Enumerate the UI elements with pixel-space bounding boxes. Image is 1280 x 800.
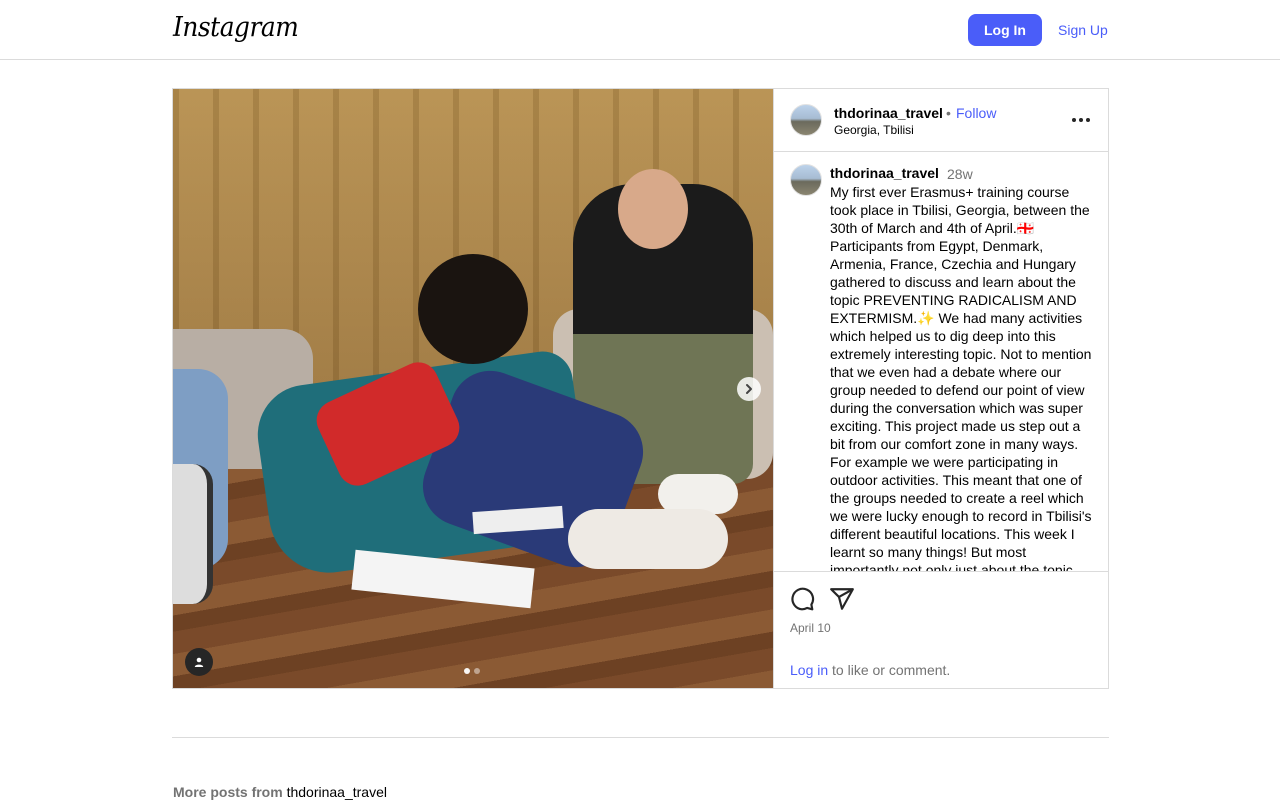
instagram-logo[interactable]: Instagram: [173, 12, 299, 43]
divider: [172, 737, 1109, 738]
login-link[interactable]: Log in: [790, 662, 828, 678]
caption-username[interactable]: thdorinaa_travel: [830, 165, 939, 181]
tagged-users-button[interactable]: [185, 648, 213, 676]
post-actions: April 10 Log in to like or comment.: [774, 571, 1109, 688]
caption-text: My first ever Erasmus+ training course t…: [830, 184, 1096, 571]
post-sidebar: thdorinaa_travel • Follow Georgia, Tbili…: [773, 89, 1109, 688]
top-nav: Instagram Log In Sign Up: [0, 0, 1280, 60]
log-in-button[interactable]: Log In: [968, 14, 1042, 46]
post-username[interactable]: thdorinaa_travel: [834, 105, 943, 121]
carousel-dots: [464, 668, 480, 674]
more-posts-username[interactable]: thdorinaa_travel: [287, 784, 387, 800]
avatar[interactable]: [790, 104, 822, 136]
post-card: thdorinaa_travel • Follow Georgia, Tbili…: [172, 88, 1109, 689]
tagged-user-icon: [194, 657, 204, 667]
image-shoe-back: [658, 474, 738, 514]
more-posts-heading: More posts from thdorinaa_travel: [173, 784, 387, 800]
post-location[interactable]: Georgia, Tbilisi: [834, 123, 914, 137]
carousel-dot: [464, 668, 470, 674]
post-date[interactable]: April 10: [790, 621, 831, 635]
caption-area: thdorinaa_travel 28w My first ever Erasm…: [774, 152, 1109, 571]
image-shoe-front: [568, 509, 728, 569]
image-person-sitting-head: [618, 169, 688, 249]
login-to-comment: Log in to like or comment.: [790, 662, 950, 678]
sign-up-link[interactable]: Sign Up: [1058, 22, 1108, 38]
avatar[interactable]: [790, 164, 822, 196]
more-options-icon[interactable]: [1068, 109, 1094, 131]
login-suffix: to like or comment.: [828, 662, 951, 678]
image-person-kneeling-head: [418, 254, 528, 364]
post-header: thdorinaa_travel • Follow Georgia, Tbili…: [774, 89, 1109, 152]
separator-dot: •: [946, 105, 951, 121]
chevron-right-icon: [746, 384, 752, 394]
follow-button[interactable]: Follow: [956, 105, 996, 121]
post-image[interactable]: [173, 89, 773, 688]
share-icon[interactable]: [829, 586, 855, 612]
carousel-dot: [474, 668, 480, 674]
caption-timestamp[interactable]: 28w: [947, 166, 973, 182]
next-slide-button[interactable]: [737, 377, 761, 401]
image-sneaker-left: [173, 464, 213, 604]
comment-icon[interactable]: [789, 586, 815, 612]
more-posts-label: More posts from: [173, 784, 287, 800]
